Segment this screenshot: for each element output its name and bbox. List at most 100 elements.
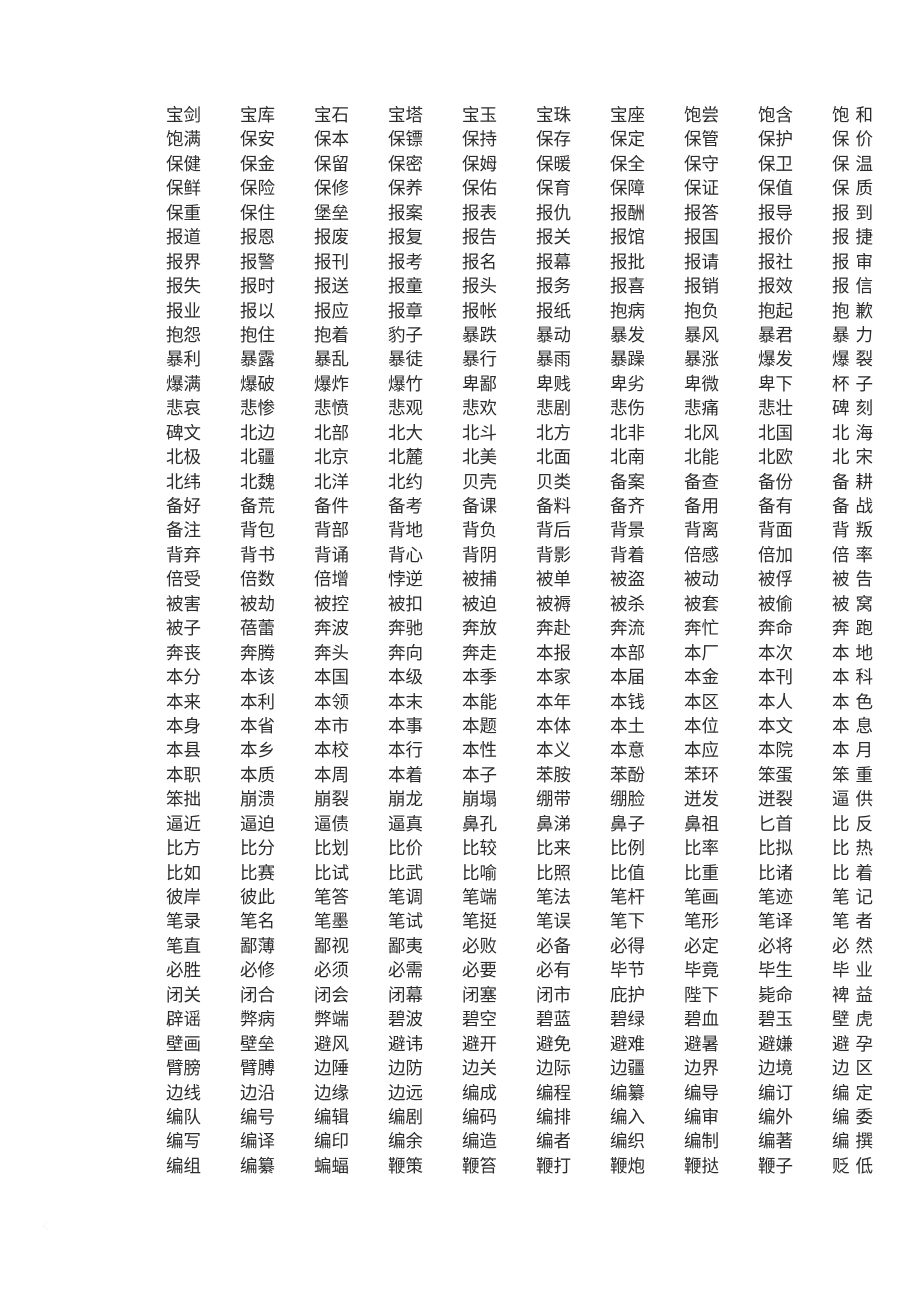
word-cell: 杯子 bbox=[832, 374, 879, 395]
word-cell: 备份 bbox=[758, 472, 793, 493]
word-cell: 本应 bbox=[684, 741, 719, 762]
word-cell: 暴跌 bbox=[462, 325, 497, 346]
word-cell: 编撰 bbox=[832, 1132, 879, 1153]
word-cell: 比值 bbox=[610, 863, 645, 884]
word-cell: 暴君 bbox=[758, 325, 793, 346]
word-cell: 暴利 bbox=[166, 350, 201, 371]
word-cell: 倍率 bbox=[832, 545, 879, 566]
word-cell: 必得 bbox=[610, 936, 645, 957]
word-cell: 被害 bbox=[166, 594, 201, 615]
word-cell: 裨益 bbox=[832, 985, 879, 1006]
word-row: 本县 本乡 本校 本行 本性 本义 本意 本应 本院 本月 bbox=[166, 739, 906, 763]
word-cell: 迸发 bbox=[684, 790, 719, 811]
word-cell: 逼近 bbox=[166, 814, 201, 835]
word-row: 必胜 必修 必须 必需 必要 必有 毕节 毕竟 毕生 毕业 bbox=[166, 959, 906, 983]
word-cell: 报喜 bbox=[610, 277, 645, 298]
word-cell: 本级 bbox=[388, 668, 423, 689]
word-cell: 北能 bbox=[684, 448, 719, 469]
word-cell: 边沿 bbox=[240, 1083, 275, 1104]
word-cell: 北约 bbox=[388, 472, 423, 493]
word-cell: 边线 bbox=[166, 1083, 201, 1104]
word-cell: 比价 bbox=[388, 839, 423, 860]
word-cell: 爆裂 bbox=[832, 350, 879, 371]
word-cell: 本分 bbox=[166, 668, 201, 689]
word-cell: 背负 bbox=[462, 521, 497, 542]
word-cell: 编著 bbox=[758, 1132, 793, 1153]
word-row: 爆满 爆破 爆炸 爆竹 卑鄙 卑贱 卑劣 卑微 卑下 杯子 bbox=[166, 373, 906, 397]
word-cell: 保安 bbox=[240, 130, 275, 151]
word-cell: 鞭笞 bbox=[462, 1156, 497, 1177]
word-cell: 悲剧 bbox=[536, 399, 571, 420]
word-cell: 悲欢 bbox=[462, 399, 497, 420]
word-cell: 崩裂 bbox=[314, 790, 349, 811]
word-row: 比方 比分 比划 比价 比较 比来 比例 比率 比拟 比热 bbox=[166, 837, 906, 861]
word-cell: 爆发 bbox=[758, 350, 793, 371]
word-cell: 奔跑 bbox=[832, 619, 879, 640]
word-cell: 本能 bbox=[462, 692, 497, 713]
word-cell: 悲惨 bbox=[240, 399, 275, 420]
word-cell: 比如 bbox=[166, 863, 201, 884]
word-cell: 宝剑 bbox=[166, 106, 201, 126]
word-cell: 逼供 bbox=[832, 790, 879, 811]
word-cell: 报效 bbox=[758, 277, 793, 298]
word-cell: 笔试 bbox=[388, 912, 423, 933]
word-cell: 鞭炮 bbox=[610, 1156, 645, 1177]
word-cell: 被俘 bbox=[758, 570, 793, 591]
word-cell: 笔名 bbox=[240, 912, 275, 933]
word-cell: 笔下 bbox=[610, 912, 645, 933]
word-row: 彼岸 彼此 笔答 笔调 笔端 笔法 笔杆 笔画 笔迹 笔记 bbox=[166, 886, 906, 910]
word-cell: 本来 bbox=[166, 692, 201, 713]
word-cell: 北国 bbox=[758, 423, 793, 444]
word-cell: 庇护 bbox=[610, 985, 645, 1006]
word-cell: 避孕 bbox=[832, 1034, 879, 1055]
word-cell: 碑文 bbox=[166, 423, 201, 444]
word-cell: 比试 bbox=[314, 863, 349, 884]
word-cell: 悲痛 bbox=[684, 399, 719, 420]
word-cell: 崩龙 bbox=[388, 790, 423, 811]
word-cell: 保价 bbox=[832, 130, 879, 151]
word-cell: 边陲 bbox=[314, 1059, 349, 1080]
word-row: 宝剑 宝库 宝石 宝塔 宝玉 宝珠 宝座 饱尝 饱含 饱和 bbox=[166, 104, 906, 128]
word-cell: 比照 bbox=[536, 863, 571, 884]
word-row: 编组 编纂 蝙蝠 鞭策 鞭笞 鞭打 鞭炮 鞭挞 鞭子 贬低 bbox=[166, 1155, 906, 1179]
word-cell: 报以 bbox=[240, 301, 275, 322]
word-cell: 本部 bbox=[610, 643, 645, 664]
word-cell: 爆竹 bbox=[388, 374, 423, 395]
word-cell: 堡垒 bbox=[314, 203, 349, 224]
word-cell: 北海 bbox=[832, 423, 879, 444]
word-cell: 碧空 bbox=[462, 1010, 497, 1031]
word-row: 报失 报时 报送 报童 报头 报务 报喜 报销 报效 报信 bbox=[166, 275, 906, 299]
word-cell: 被褥 bbox=[536, 594, 571, 615]
word-row: 被子 蓓蕾 奔波 奔驰 奔放 奔赴 奔流 奔忙 奔命 奔跑 bbox=[166, 617, 906, 641]
word-cell: 报表 bbox=[462, 203, 497, 224]
word-cell: 报幕 bbox=[536, 252, 571, 273]
word-cell: 编纂 bbox=[240, 1156, 275, 1177]
word-cell: 编程 bbox=[536, 1083, 571, 1104]
word-cell: 必备 bbox=[536, 936, 571, 957]
word-cell: 保本 bbox=[314, 130, 349, 151]
word-cell: 本息 bbox=[832, 716, 879, 737]
word-cell: 本土 bbox=[610, 716, 645, 737]
word-cell: 北纬 bbox=[166, 472, 201, 493]
word-cell: 倍受 bbox=[166, 570, 201, 591]
word-row: 闭关 闭合 闭会 闭幕 闭塞 闭市 庇护 陛下 毙命 裨益 bbox=[166, 984, 906, 1008]
word-cell: 臂膊 bbox=[240, 1059, 275, 1080]
word-cell: 逼真 bbox=[388, 814, 423, 835]
word-cell: 本行 bbox=[388, 741, 423, 762]
word-cell: 比喻 bbox=[462, 863, 497, 884]
word-cell: 奔流 bbox=[610, 619, 645, 640]
word-row: 暴利 暴露 暴乱 暴徒 暴行 暴雨 暴躁 暴涨 爆发 爆裂 bbox=[166, 348, 906, 372]
word-cell: 保金 bbox=[240, 154, 275, 175]
word-row: 边线 边沿 边缘 边远 编成 编程 编纂 编导 编订 编定 bbox=[166, 1082, 906, 1106]
word-cell: 被偷 bbox=[758, 594, 793, 615]
word-cell: 笔调 bbox=[388, 888, 423, 908]
word-cell: 报恩 bbox=[240, 228, 275, 249]
word-cell: 抱病 bbox=[610, 301, 645, 322]
word-cell: 比着 bbox=[832, 863, 879, 884]
word-cell: 编订 bbox=[758, 1083, 793, 1104]
word-cell: 编纂 bbox=[610, 1083, 645, 1104]
word-cell: 备查 bbox=[684, 472, 719, 493]
word-cell: 北欧 bbox=[758, 448, 793, 469]
word-cell: 背诵 bbox=[314, 545, 349, 566]
word-cell: 本省 bbox=[240, 716, 275, 737]
